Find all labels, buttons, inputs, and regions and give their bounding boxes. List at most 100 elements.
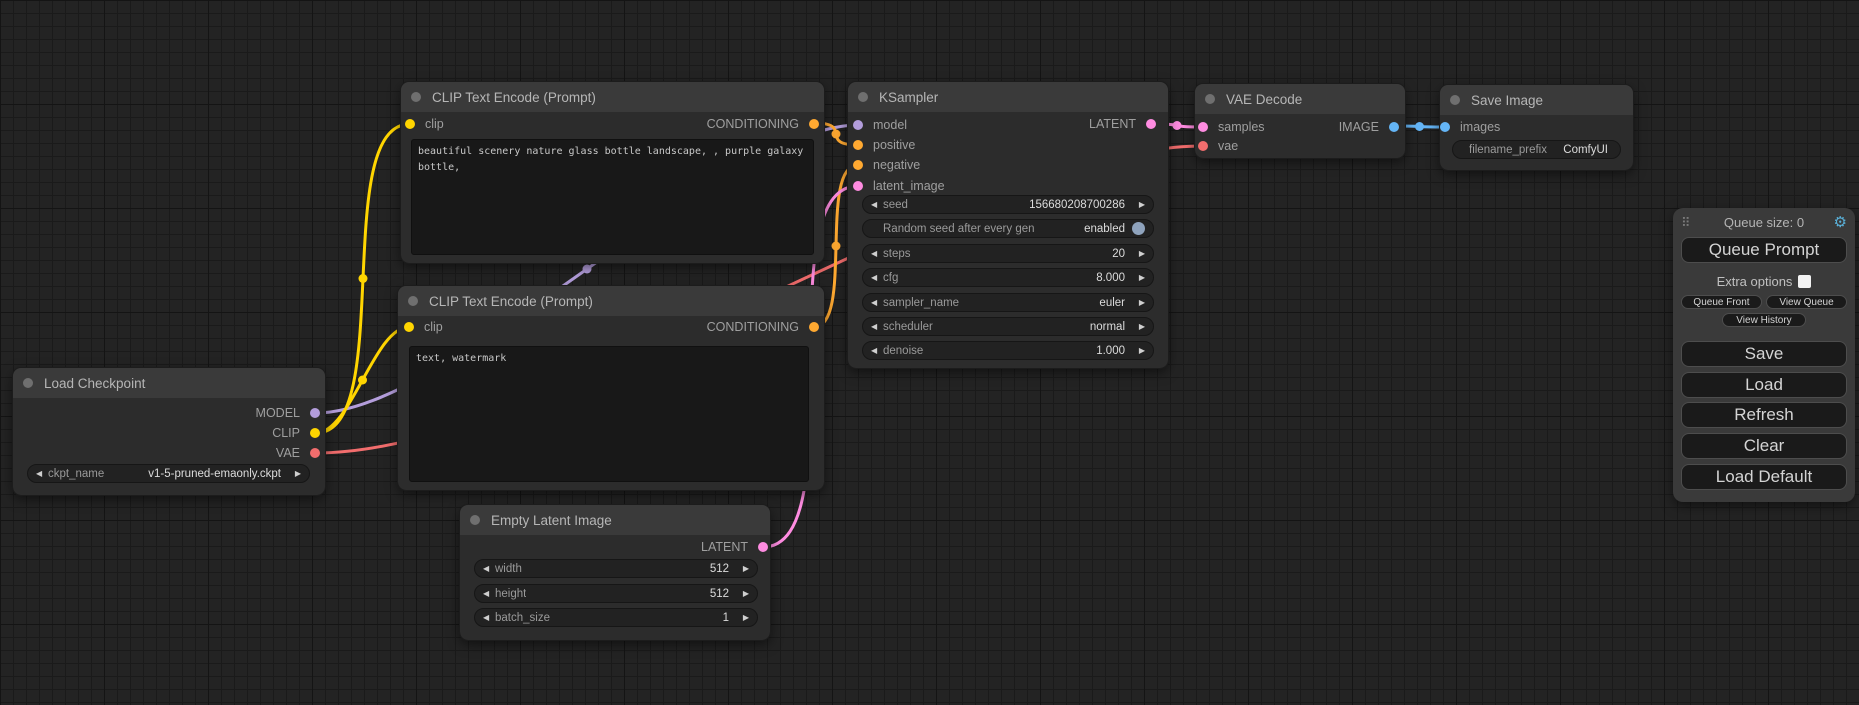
node-titlebar[interactable]: Load Checkpoint xyxy=(13,368,325,398)
node-vae-decode: VAE Decode samples vae IMAGE xyxy=(1195,84,1405,158)
node-titlebar[interactable]: CLIP Text Encode (Prompt) xyxy=(398,286,824,316)
refresh-button[interactable]: Refresh xyxy=(1681,402,1847,428)
node-title: Empty Latent Image xyxy=(491,513,612,528)
sampler-name-widget[interactable]: sampler_name euler xyxy=(862,293,1154,312)
random-seed-toggle-widget[interactable]: Random seed after every gen enabled xyxy=(862,219,1154,238)
collapse-dot-icon[interactable] xyxy=(23,378,33,388)
collapse-dot-icon[interactable] xyxy=(470,515,480,525)
node-save-image: Save Image images filename_prefix ComfyU… xyxy=(1440,85,1633,170)
vae-port-icon[interactable] xyxy=(310,448,320,458)
latent-port-icon[interactable] xyxy=(758,542,768,552)
link-dot xyxy=(1415,122,1424,131)
decrement-icon[interactable] xyxy=(483,590,495,598)
input-samples: samples xyxy=(1198,120,1265,134)
graph-canvas[interactable]: Load Checkpoint MODEL CLIP VAE ckpt_name… xyxy=(0,0,1859,705)
node-title: VAE Decode xyxy=(1226,92,1302,107)
extra-options-row: Extra options xyxy=(1673,274,1855,289)
node-title: CLIP Text Encode (Prompt) xyxy=(432,90,596,105)
scheduler-widget[interactable]: scheduler normal xyxy=(862,317,1154,336)
ckpt-name-widget[interactable]: ckpt_name v1-5-pruned-emaonly.ckpt xyxy=(27,464,310,483)
filename-prefix-widget[interactable]: filename_prefix ComfyUI xyxy=(1452,140,1621,159)
denoise-widget[interactable]: denoise 1.000 xyxy=(862,341,1154,360)
latent-port-icon[interactable] xyxy=(1146,119,1156,129)
load-default-button[interactable]: Load Default xyxy=(1681,464,1847,490)
queue-prompt-button[interactable]: Queue Prompt xyxy=(1681,237,1847,263)
collapse-dot-icon[interactable] xyxy=(858,92,868,102)
cfg-widget[interactable]: cfg 8.000 xyxy=(862,268,1154,287)
batch-size-widget[interactable]: batch_size 1 xyxy=(474,608,758,627)
settings-gear-icon[interactable] xyxy=(1834,214,1847,232)
increment-icon[interactable] xyxy=(1133,274,1145,282)
seed-widget[interactable]: seed 156680208700286 xyxy=(862,195,1154,214)
node-titlebar[interactable]: CLIP Text Encode (Prompt) xyxy=(401,82,824,112)
node-title: KSampler xyxy=(879,90,938,105)
node-titlebar[interactable]: Save Image xyxy=(1440,85,1633,115)
link-dot xyxy=(359,274,368,283)
decrement-icon[interactable] xyxy=(871,274,883,282)
load-button[interactable]: Load xyxy=(1681,372,1847,398)
decrement-icon[interactable] xyxy=(871,323,883,331)
increment-icon[interactable] xyxy=(1133,347,1145,355)
increment-icon[interactable] xyxy=(737,590,749,598)
increment-icon[interactable] xyxy=(1133,299,1145,307)
node-load-checkpoint: Load Checkpoint MODEL CLIP VAE ckpt_name… xyxy=(13,368,325,495)
decrement-icon[interactable] xyxy=(483,614,495,622)
link-dot xyxy=(583,265,592,274)
steps-widget[interactable]: steps 20 xyxy=(862,244,1154,263)
toggle-on-icon[interactable] xyxy=(1132,222,1145,235)
increment-icon[interactable] xyxy=(1133,323,1145,331)
vae-port-icon[interactable] xyxy=(1198,141,1208,151)
decrement-icon[interactable] xyxy=(871,201,883,209)
clip-port-icon[interactable] xyxy=(310,428,320,438)
image-port-icon[interactable] xyxy=(1440,122,1450,132)
node-titlebar[interactable]: KSampler xyxy=(848,82,1168,112)
collapse-dot-icon[interactable] xyxy=(411,92,421,102)
decrement-icon[interactable] xyxy=(871,250,883,258)
collapse-dot-icon[interactable] xyxy=(1450,95,1460,105)
node-title: CLIP Text Encode (Prompt) xyxy=(429,294,593,309)
height-widget[interactable]: height 512 xyxy=(474,584,758,603)
increment-icon[interactable] xyxy=(1133,201,1145,209)
conditioning-port-icon[interactable] xyxy=(809,322,819,332)
input-latent-image: latent_image xyxy=(853,179,945,193)
latent-port-icon[interactable] xyxy=(853,181,863,191)
queue-panel: Queue size: 0 Queue Prompt Extra options… xyxy=(1673,208,1855,502)
decrement-icon[interactable] xyxy=(483,565,495,573)
model-port-icon[interactable] xyxy=(853,120,863,130)
prompt-textarea[interactable]: beautiful scenery nature glass bottle la… xyxy=(411,139,814,255)
decrement-icon[interactable] xyxy=(36,470,48,478)
collapse-dot-icon[interactable] xyxy=(1205,94,1215,104)
input-images: images xyxy=(1440,120,1500,134)
view-queue-button[interactable]: View Queue xyxy=(1766,295,1847,309)
increment-icon[interactable] xyxy=(737,614,749,622)
width-widget[interactable]: width 512 xyxy=(474,559,758,578)
clip-port-icon[interactable] xyxy=(405,119,415,129)
conditioning-port-icon[interactable] xyxy=(853,140,863,150)
prompt-textarea[interactable]: text, watermark xyxy=(409,346,809,482)
latent-port-icon[interactable] xyxy=(1198,122,1208,132)
input-positive: positive xyxy=(853,138,915,152)
increment-icon[interactable] xyxy=(289,470,301,478)
decrement-icon[interactable] xyxy=(871,347,883,355)
decrement-icon[interactable] xyxy=(871,299,883,307)
output-conditioning: CONDITIONING xyxy=(707,117,819,131)
view-history-button[interactable]: View History xyxy=(1722,313,1806,327)
collapse-dot-icon[interactable] xyxy=(408,296,418,306)
model-port-icon[interactable] xyxy=(310,408,320,418)
queue-front-button[interactable]: Queue Front xyxy=(1681,295,1762,309)
save-button[interactable]: Save xyxy=(1681,341,1847,367)
node-titlebar[interactable]: Empty Latent Image xyxy=(460,505,770,535)
input-vae: vae xyxy=(1198,139,1238,153)
output-clip: CLIP xyxy=(272,426,320,440)
image-port-icon[interactable] xyxy=(1389,122,1399,132)
queue-panel-header: Queue size: 0 xyxy=(1673,214,1855,232)
conditioning-port-icon[interactable] xyxy=(853,160,863,170)
clip-port-icon[interactable] xyxy=(404,322,414,332)
clear-button[interactable]: Clear xyxy=(1681,433,1847,459)
increment-icon[interactable] xyxy=(1133,250,1145,258)
extra-options-checkbox[interactable] xyxy=(1798,275,1811,288)
conditioning-port-icon[interactable] xyxy=(809,119,819,129)
increment-icon[interactable] xyxy=(737,565,749,573)
node-titlebar[interactable]: VAE Decode xyxy=(1195,84,1405,114)
link-dot xyxy=(832,130,841,139)
